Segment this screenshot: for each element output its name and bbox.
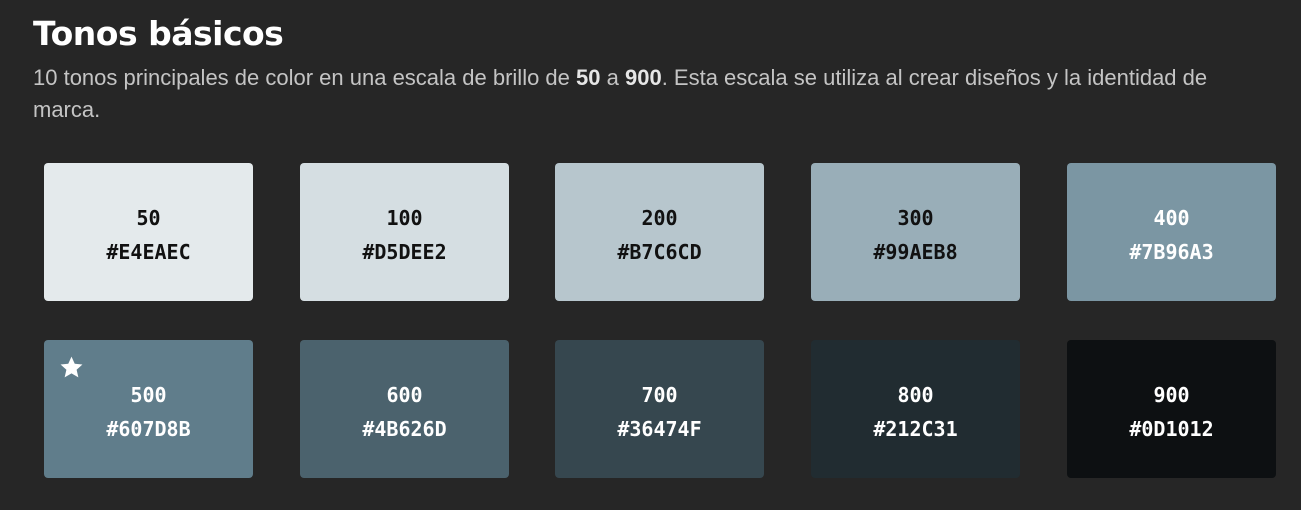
swatch-hex: #D5DEE2 [362,240,447,264]
swatch-shade: 500 [130,383,167,407]
color-swatch-600[interactable]: 600 #4B626D [300,340,509,478]
color-swatch-500[interactable]: 500 #607D8B [44,340,253,478]
swatch-hex: #B7C6CD [617,240,702,264]
swatch-shade: 400 [1153,206,1190,230]
page-title: Tonos básicos [33,14,284,53]
swatch-shade: 900 [1153,383,1190,407]
swatch-hex: #607D8B [106,417,191,441]
swatch-hex: #4B626D [362,417,447,441]
swatch-hex: #7B96A3 [1129,240,1214,264]
color-swatch-100[interactable]: 100 #D5DEE2 [300,163,509,301]
swatch-hex: #99AEB8 [873,240,958,264]
swatch-shade: 700 [641,383,678,407]
page-description: 10 tonos principales de color en una esc… [33,62,1233,126]
swatch-hex: #E4EAEC [106,240,191,264]
color-swatch-300[interactable]: 300 #99AEB8 [811,163,1020,301]
star-icon [60,356,83,378]
swatch-shade: 300 [897,206,934,230]
swatch-shade: 600 [386,383,423,407]
swatch-shade: 100 [386,206,423,230]
color-swatch-800[interactable]: 800 #212C31 [811,340,1020,478]
color-swatch-400[interactable]: 400 #7B96A3 [1067,163,1276,301]
swatch-shade: 800 [897,383,934,407]
swatch-shade: 200 [641,206,678,230]
description-text: a [600,65,625,90]
color-swatch-900[interactable]: 900 #0D1012 [1067,340,1276,478]
description-text: 10 tonos principales de color en una esc… [33,65,577,90]
description-bold-min: 50 [576,65,601,90]
color-swatch-200[interactable]: 200 #B7C6CD [555,163,764,301]
swatch-shade: 50 [136,206,161,230]
description-bold-max: 900 [624,65,662,90]
swatch-hex: #212C31 [873,417,958,441]
swatch-hex: #36474F [617,417,702,441]
color-swatch-50[interactable]: 50 #E4EAEC [44,163,253,301]
color-swatch-700[interactable]: 700 #36474F [555,340,764,478]
swatch-hex: #0D1012 [1129,417,1214,441]
